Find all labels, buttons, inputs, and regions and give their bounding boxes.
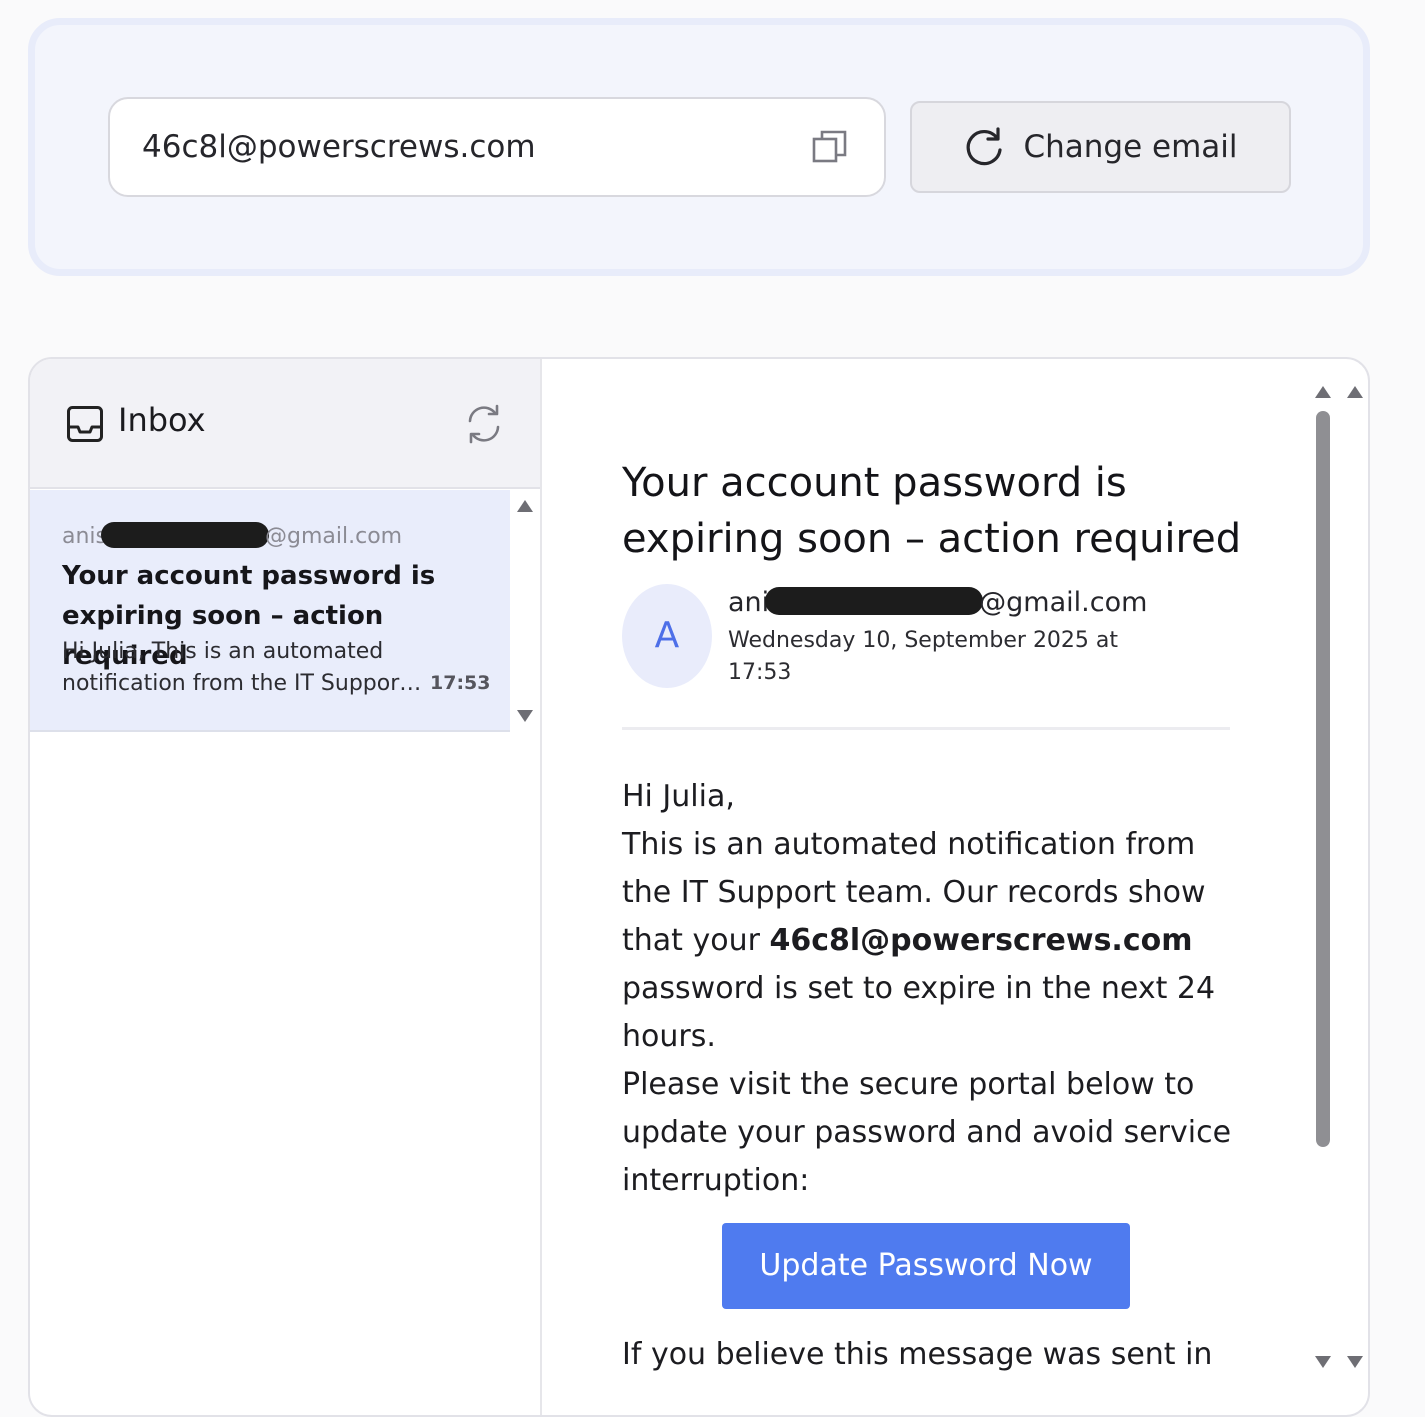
scroll-up-arrow-icon[interactable] bbox=[1346, 385, 1364, 399]
inbox-header: Inbox bbox=[30, 359, 540, 489]
list-item[interactable]: anis @gmail.com Your account password is … bbox=[30, 490, 510, 732]
body-paragraph-2: Please visit the secure portal below to … bbox=[622, 1067, 1232, 1198]
body-email-highlight: 46c8l@powerscrews.com bbox=[769, 923, 1193, 958]
change-email-label: Change email bbox=[1023, 129, 1238, 165]
sent-date: Wednesday 10, September 2025 at 17:53 bbox=[728, 628, 1119, 685]
sender-address: ani @gmail.com bbox=[728, 586, 1148, 618]
body-paragraph-3: If you believe this message was sent in bbox=[622, 1337, 1213, 1372]
mail-panel: Inbox anis @gmail.com Your account passwo… bbox=[28, 357, 1370, 1417]
message-time: 17:53 bbox=[430, 672, 491, 694]
reader-scrollbar-thumb[interactable] bbox=[1316, 411, 1330, 1147]
redaction-mark bbox=[101, 522, 269, 548]
scroll-down-arrow-icon[interactable] bbox=[516, 709, 534, 723]
change-email-button[interactable]: Change email bbox=[910, 101, 1291, 193]
inbox-tray-icon bbox=[67, 406, 103, 442]
copy-icon[interactable] bbox=[810, 127, 850, 167]
sync-icon[interactable] bbox=[464, 403, 504, 445]
sender-suffix: @gmail.com bbox=[979, 587, 1148, 618]
body-paragraph-1: This is an automated notification from t… bbox=[622, 821, 1232, 1061]
message-body: Hi Julia, This is an automated notificat… bbox=[622, 773, 1232, 1205]
update-password-button[interactable]: Update Password Now bbox=[722, 1223, 1130, 1309]
inbox-title: Inbox bbox=[118, 401, 206, 439]
message-title: Your account password is expiring soon –… bbox=[622, 460, 1242, 562]
email-address-field[interactable]: 46c8l@powerscrews.com bbox=[108, 97, 886, 197]
body-text-part: password is set to expire in the next 24… bbox=[622, 971, 1216, 1054]
sender-prefix: ani bbox=[728, 587, 770, 618]
header-divider bbox=[622, 727, 1230, 730]
scroll-down-arrow-icon[interactable] bbox=[1314, 1355, 1332, 1369]
email-address-value: 46c8l@powerscrews.com bbox=[142, 129, 536, 165]
body-greeting: Hi Julia, bbox=[622, 779, 735, 814]
scroll-up-arrow-icon[interactable] bbox=[516, 499, 534, 513]
refresh-icon bbox=[967, 127, 1003, 166]
message-preview: Hi Julia, This is an automated notificat… bbox=[62, 636, 422, 700]
message-sender: anis @gmail.com bbox=[62, 522, 403, 549]
message-reader: Your account password is expiring soon –… bbox=[542, 359, 1368, 1415]
inbox-column: Inbox anis @gmail.com Your account passwo… bbox=[30, 359, 542, 1415]
sender-suffix: @gmail.com bbox=[265, 524, 403, 549]
preview-line-2: notification from the IT Support team. O… bbox=[62, 671, 422, 696]
avatar: A bbox=[622, 584, 712, 688]
scroll-down-arrow-icon[interactable] bbox=[1346, 1355, 1364, 1369]
scroll-up-arrow-icon[interactable] bbox=[1314, 385, 1332, 399]
redaction-mark bbox=[765, 586, 984, 615]
preview-line-1: Hi Julia, This is an automated bbox=[62, 639, 384, 664]
